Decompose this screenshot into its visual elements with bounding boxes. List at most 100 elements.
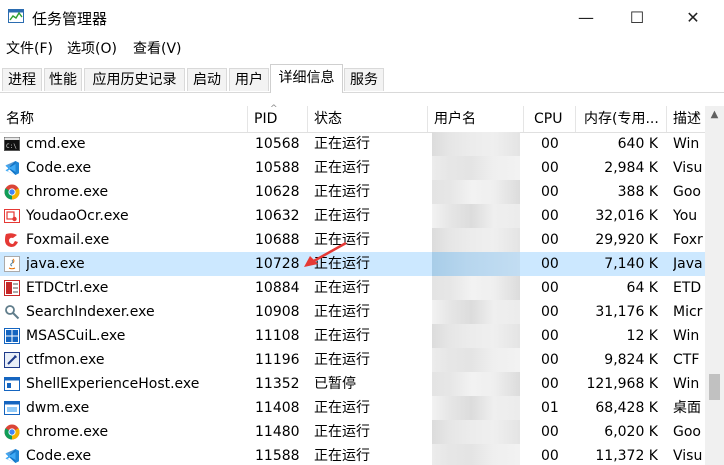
menu-view[interactable]: 查看(V) xyxy=(133,38,182,58)
cmd-icon: C:\ xyxy=(4,137,20,151)
process-memory: 68,428 K xyxy=(595,400,658,416)
username-redacted xyxy=(432,204,520,228)
table-row[interactable]: Code.exe 11588 正在运行 00 11,372 K Visu xyxy=(0,444,705,465)
dwm-icon xyxy=(4,401,20,415)
process-name: ctfmon.exe xyxy=(26,352,105,368)
table-row[interactable]: Code.exe 10588 正在运行 00 2,984 K Visu xyxy=(0,156,705,180)
chrome-icon xyxy=(4,184,20,200)
youdao-icon xyxy=(4,209,20,223)
chrome-icon xyxy=(4,424,20,440)
username-redacted xyxy=(432,132,520,156)
process-name: MSASCuiL.exe xyxy=(26,328,126,344)
process-memory: 9,824 K xyxy=(604,352,658,368)
tab-app-history[interactable]: 应用历史记录 xyxy=(84,68,185,91)
table-row[interactable]: dwm.exe 11408 正在运行 01 68,428 K 桌面 xyxy=(0,396,705,420)
username-redacted xyxy=(432,252,520,276)
process-status: 正在运行 xyxy=(314,160,370,176)
vscode-icon xyxy=(5,449,19,463)
minimize-button[interactable]: — xyxy=(563,0,609,34)
menu-options[interactable]: 选项(O) xyxy=(67,38,117,58)
window-title: 任务管理器 xyxy=(32,10,108,28)
process-cpu: 00 xyxy=(541,352,559,368)
username-redacted xyxy=(432,324,520,348)
sort-ascending-icon: ^ xyxy=(270,104,278,114)
username-redacted xyxy=(432,276,520,300)
process-memory: 640 K xyxy=(617,136,658,152)
table-row[interactable]: java.exe 10728 正在运行 00 7,140 K Java xyxy=(0,252,705,276)
process-pid: 11108 xyxy=(255,328,300,344)
table-row[interactable]: ETDCtrl.exe 10884 正在运行 00 64 K ETD xyxy=(0,276,705,300)
process-pid: 10884 xyxy=(255,280,300,296)
process-name: YoudaoOcr.exe xyxy=(26,208,129,224)
process-memory: 11,372 K xyxy=(595,448,658,464)
process-cpu: 00 xyxy=(541,184,559,200)
maximize-button[interactable]: ☐ xyxy=(614,0,660,34)
column-pid[interactable]: PID xyxy=(248,106,308,132)
close-button[interactable]: ✕ xyxy=(670,0,716,34)
table-row[interactable]: ShellExperienceHost.exe 11352 已暂停 00 121,968… xyxy=(0,372,705,396)
column-name[interactable]: 名称 xyxy=(0,106,248,132)
maximize-icon: ☐ xyxy=(629,7,645,27)
process-memory: 12 K xyxy=(626,328,658,344)
defender-icon xyxy=(4,328,20,344)
menu-file[interactable]: 文件(F) xyxy=(6,38,53,58)
process-description: Goo xyxy=(673,424,701,440)
table-row[interactable]: chrome.exe 11480 正在运行 00 6,020 K Goo xyxy=(0,420,705,444)
column-cpu[interactable]: CPU xyxy=(524,106,576,132)
tab-users[interactable]: 用户 xyxy=(229,68,269,91)
process-memory: 29,920 K xyxy=(595,232,658,248)
process-memory: 32,016 K xyxy=(595,208,658,224)
vertical-scrollbar[interactable]: ▲ xyxy=(705,106,724,465)
process-pid: 10688 xyxy=(255,232,300,248)
scroll-up-icon[interactable]: ▲ xyxy=(705,106,724,123)
table-row[interactable]: YoudaoOcr.exe 10632 正在运行 00 32,016 K You xyxy=(0,204,705,228)
username-redacted xyxy=(432,372,520,396)
process-cpu: 00 xyxy=(541,376,559,392)
process-description: 桌面 xyxy=(673,400,701,416)
tab-details[interactable]: 详细信息 xyxy=(270,64,343,93)
username-redacted xyxy=(432,228,520,252)
foxmail-icon xyxy=(5,233,18,247)
ctfmon-icon xyxy=(4,352,20,368)
table-row[interactable]: SearchIndexer.exe 10908 正在运行 00 31,176 K Micr xyxy=(0,300,705,324)
process-pid: 10588 xyxy=(255,160,300,176)
process-description: Goo xyxy=(673,184,701,200)
process-name: Code.exe xyxy=(26,160,92,176)
tab-services[interactable]: 服务 xyxy=(344,68,384,91)
process-cpu: 00 xyxy=(541,448,559,464)
tab-startup[interactable]: 启动 xyxy=(187,68,227,91)
column-description[interactable]: 描述 xyxy=(667,106,705,132)
process-memory: 6,020 K xyxy=(604,424,658,440)
column-status[interactable]: 状态 xyxy=(308,106,428,132)
table-row[interactable]: MSASCuiL.exe 11108 正在运行 00 12 K Win xyxy=(0,324,705,348)
process-description: Visu xyxy=(673,160,703,176)
process-pid: 11352 xyxy=(255,376,300,392)
process-memory: 2,984 K xyxy=(604,160,658,176)
process-status: 正在运行 xyxy=(314,304,370,320)
process-name: cmd.exe xyxy=(26,136,86,152)
minimize-icon: — xyxy=(578,7,594,27)
process-description: Win xyxy=(673,328,700,344)
process-memory: 121,968 K xyxy=(586,376,658,392)
column-memory[interactable]: 内存(专用... xyxy=(576,106,667,132)
process-name: Code.exe xyxy=(26,448,92,464)
process-list: C:\ cmd.exe 10568 正在运行 00 640 K Win Code.exe 105… xyxy=(0,132,705,465)
process-cpu: 00 xyxy=(541,280,559,296)
process-cpu: 00 xyxy=(541,136,559,152)
process-status: 正在运行 xyxy=(314,208,370,224)
process-name: SearchIndexer.exe xyxy=(26,304,155,320)
process-status: 正在运行 xyxy=(314,184,370,200)
tab-performance[interactable]: 性能 xyxy=(44,68,82,91)
process-status: 正在运行 xyxy=(314,448,370,464)
table-row[interactable]: ctfmon.exe 11196 正在运行 00 9,824 K CTF xyxy=(0,348,705,372)
table-row[interactable]: C:\ cmd.exe 10568 正在运行 00 640 K Win xyxy=(0,132,705,156)
column-username[interactable]: 用户名 xyxy=(428,106,524,132)
tab-processes[interactable]: 进程 xyxy=(2,68,42,91)
process-cpu: 01 xyxy=(541,400,559,416)
table-row[interactable]: Foxmail.exe 10688 正在运行 00 29,920 K Foxr xyxy=(0,228,705,252)
scroll-thumb[interactable] xyxy=(709,374,720,400)
table-row[interactable]: chrome.exe 10628 正在运行 00 388 K Goo xyxy=(0,180,705,204)
username-redacted xyxy=(432,348,520,372)
username-redacted xyxy=(432,444,520,465)
menu-bar: 文件(F) 选项(O) 查看(V) xyxy=(0,36,724,60)
